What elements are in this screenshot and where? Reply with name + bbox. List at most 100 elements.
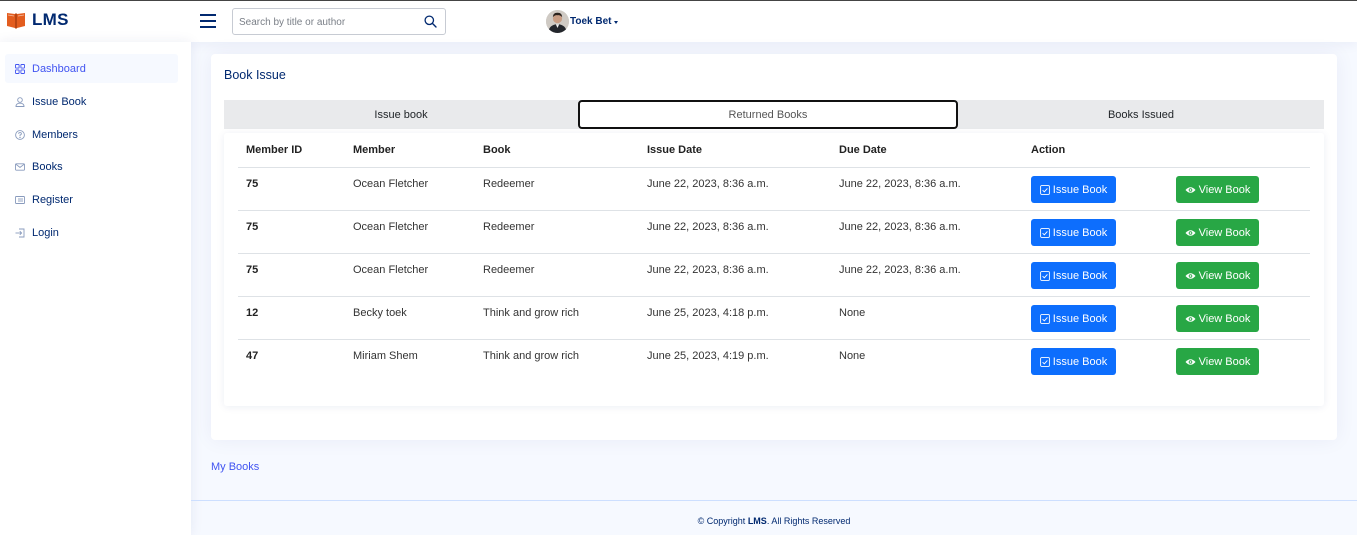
menu-toggle-icon[interactable] [200,14,216,28]
due-date-cell: None [839,350,866,362]
card-list-icon [15,195,25,205]
check-square-icon [1039,270,1050,281]
book-cell: Think and grow rich [483,350,579,362]
sidebar-item-label: Books [32,160,63,173]
returned-books-table: Member ID Member Book Issue Date Due Dat… [224,133,1324,406]
logo[interactable]: LMS [6,10,69,30]
search-input[interactable] [239,14,419,30]
issue-book-button[interactable]: Issue Book [1031,348,1116,375]
issue-book-label: Issue Book [1052,226,1108,239]
view-book-button[interactable]: View Book [1176,176,1259,203]
member-cell: Ocean Fletcher [353,264,429,276]
chevron-down-icon [613,20,618,24]
table-row: 12 Becky toek Think and grow rich June 2… [238,296,1310,339]
book-cell: Redeemer [483,264,535,276]
column-header-member-id: Member ID [246,144,303,156]
sidebar-item-issue-book[interactable]: Issue Book [5,87,178,116]
column-header-action: Action [1031,144,1066,156]
table-row: 75 Ocean Fletcher Redeemer June 22, 2023… [238,167,1310,210]
check-square-icon [1039,227,1050,238]
sidebar-item-label: Issue Book [32,95,87,108]
footer: © Copyright LMS. All Rights Reserved [191,500,1357,535]
envelope-icon [15,162,25,172]
table-row: 47 Miriam Shem Think and grow rich June … [238,339,1310,382]
tab-issue-book[interactable]: Issue book [224,100,578,129]
grid-icon [15,63,25,74]
issue-book-button[interactable]: Issue Book [1031,305,1116,332]
issue-book-label: Issue Book [1052,269,1108,282]
issue-book-button[interactable]: Issue Book [1031,176,1116,203]
due-date-cell: June 22, 2023, 8:36 a.m. [839,221,961,233]
sidebar-item-label: Members [32,128,78,141]
eye-icon [1185,186,1196,193]
book-logo-icon [6,11,26,29]
sidebar-item-members[interactable]: Members [5,120,178,149]
eye-icon [1185,358,1196,365]
view-book-label: View Book [1198,312,1251,325]
person-icon [15,96,25,107]
member-id-cell: 47 [246,350,259,362]
issue-book-label: Issue Book [1052,355,1108,368]
column-header-due-date: Due Date [839,144,887,156]
member-cell: Miriam Shem [353,350,418,362]
due-date-cell: None [839,307,866,319]
tab-returned-books[interactable]: Returned Books [578,100,958,129]
issue-date-cell: June 22, 2023, 8:36 a.m. [647,264,769,276]
book-issue-card: Book Issue Issue book Returned Books Boo… [211,54,1337,440]
question-circle-icon [15,129,25,140]
table-row: 75 Ocean Fletcher Redeemer June 22, 2023… [238,210,1310,253]
issue-date-cell: June 22, 2023, 8:36 a.m. [647,178,769,190]
check-square-icon [1039,356,1050,367]
book-cell: Redeemer [483,178,535,190]
column-header-member: Member [353,144,396,156]
footer-copyright-prefix: © Copyright [697,516,746,526]
tab-bar: Issue book Returned Books Books Issued [224,100,1324,129]
profile-name: Toek Bet [570,16,612,27]
view-book-button[interactable]: View Book [1176,348,1259,375]
sidebar: Dashboard Issue Book Members Books Regis… [0,42,191,535]
card-title: Book Issue [224,68,286,82]
issue-date-cell: June 25, 2023, 4:19 p.m. [647,350,769,362]
view-book-button[interactable]: View Book [1176,305,1259,332]
view-book-button[interactable]: View Book [1176,219,1259,246]
tab-books-issued[interactable]: Books Issued [958,100,1324,129]
column-header-issue-date: Issue Date [647,144,703,156]
sidebar-item-register[interactable]: Register [5,185,178,214]
due-date-cell: June 22, 2023, 8:36 a.m. [839,178,961,190]
member-cell: Becky toek [353,307,407,319]
check-square-icon [1039,184,1050,195]
view-book-button[interactable]: View Book [1176,262,1259,289]
box-arrow-in-right-icon [15,228,25,238]
issue-book-label: Issue Book [1052,183,1108,196]
search-bar [232,8,446,35]
member-id-cell: 75 [246,221,259,233]
profile-dropdown[interactable]: Toek Bet [546,10,618,33]
my-books-link[interactable]: My Books [211,461,259,473]
sidebar-item-label: Dashboard [32,62,86,75]
issue-book-label: Issue Book [1052,312,1108,325]
search-icon[interactable] [424,15,437,33]
member-cell: Ocean Fletcher [353,178,429,190]
member-id-cell: 75 [246,264,259,276]
avatar [546,10,569,33]
issue-book-button[interactable]: Issue Book [1031,219,1116,246]
footer-brand: LMS [747,516,767,526]
issue-book-button[interactable]: Issue Book [1031,262,1116,289]
eye-icon [1185,229,1196,236]
footer-copyright-suffix: . All Rights Reserved [766,516,851,526]
sidebar-item-dashboard[interactable]: Dashboard [5,54,178,83]
issue-date-cell: June 22, 2023, 8:36 a.m. [647,221,769,233]
column-header-book: Book [483,144,511,156]
member-cell: Ocean Fletcher [353,221,429,233]
sidebar-item-login[interactable]: Login [5,218,178,247]
issue-date-cell: June 25, 2023, 4:18 p.m. [647,307,769,319]
book-cell: Think and grow rich [483,307,579,319]
member-id-cell: 75 [246,178,259,190]
view-book-label: View Book [1198,355,1251,368]
sidebar-item-label: Login [32,226,59,239]
due-date-cell: June 22, 2023, 8:36 a.m. [839,264,961,276]
member-id-cell: 12 [246,307,259,319]
sidebar-item-books[interactable]: Books [5,152,178,181]
view-book-label: View Book [1198,183,1251,196]
table-row: 75 Ocean Fletcher Redeemer June 22, 2023… [238,253,1310,296]
